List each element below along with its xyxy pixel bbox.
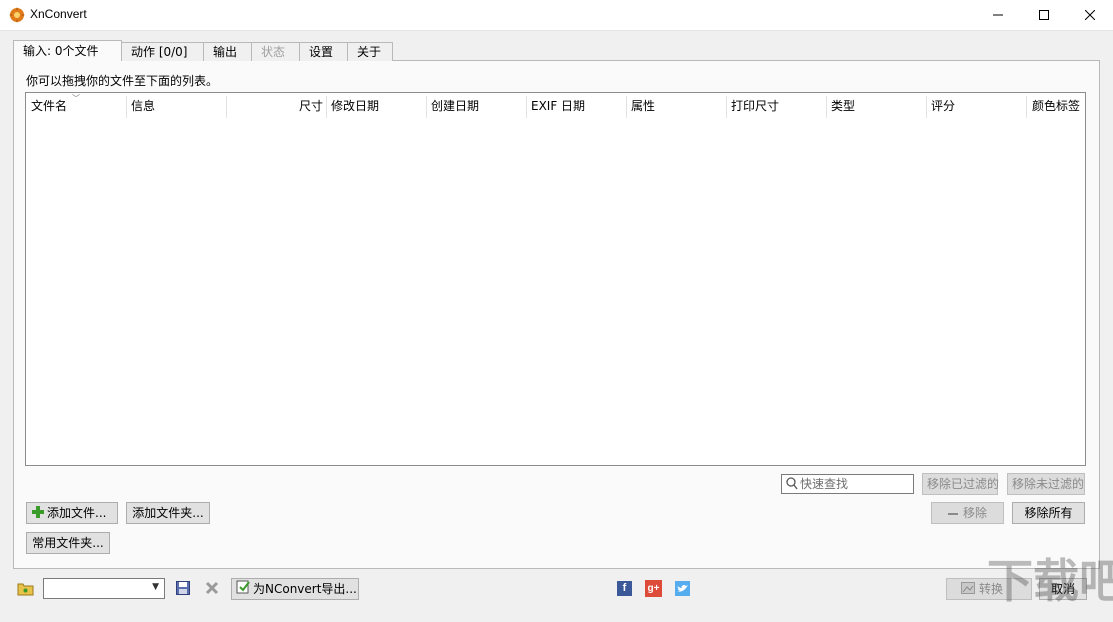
delete-icon[interactable]	[205, 581, 219, 598]
close-button[interactable]	[1067, 0, 1113, 31]
column-header-filename[interactable]: 文件名	[31, 94, 67, 118]
column-separator	[126, 96, 127, 118]
remove-filtered-button[interactable]: 移除已过滤的	[922, 473, 999, 495]
column-separator	[526, 96, 527, 118]
tab-input[interactable]: 输入: 0个文件	[13, 40, 122, 61]
column-header-type[interactable]: 类型	[831, 94, 855, 118]
drop-hint-text: 你可以拖拽你的文件至下面的列表。	[26, 74, 219, 88]
column-separator	[326, 96, 327, 118]
google-plus-icon[interactable]: g+	[645, 580, 662, 597]
column-header-created-date[interactable]: 创建日期	[431, 94, 479, 118]
sort-indicator-icon: ﹀	[72, 94, 80, 103]
minimize-icon	[993, 9, 1003, 23]
export-nconvert-button[interactable]: 为NConvert导出...	[231, 578, 359, 600]
svg-text:下载吧: 下载吧	[987, 554, 1113, 608]
preset-dropdown[interactable]: ▼	[43, 578, 165, 599]
file-list[interactable]	[25, 92, 1086, 466]
minus-icon	[947, 512, 958, 515]
facebook-icon[interactable]: f	[617, 581, 632, 596]
add-folder-button[interactable]: 添加文件夹...	[126, 502, 210, 524]
maximize-icon	[1039, 9, 1049, 23]
tab-about[interactable]: 关于	[347, 42, 393, 61]
add-files-button[interactable]: 添加文件...	[26, 502, 118, 524]
maximize-button[interactable]	[1021, 0, 1067, 31]
add-green-plus-icon	[32, 504, 44, 524]
column-separator	[726, 96, 727, 118]
convert-image-icon	[961, 580, 975, 600]
remove-all-button[interactable]: 移除所有	[1012, 502, 1085, 524]
tab-status[interactable]: 状态	[251, 42, 300, 61]
remove-label: 移除	[962, 506, 987, 520]
title-bar	[0, 0, 1113, 31]
column-header-exif-date[interactable]: EXIF 日期	[531, 94, 585, 118]
column-separator	[626, 96, 627, 118]
minimize-button[interactable]	[975, 0, 1021, 31]
quick-search-input[interactable]: 快速查找	[781, 474, 914, 494]
open-folder-icon[interactable]	[17, 581, 34, 599]
tab-settings[interactable]: 设置	[299, 42, 348, 61]
chevron-down-icon: ▼	[152, 582, 159, 592]
column-separator	[426, 96, 427, 118]
column-separator	[826, 96, 827, 118]
column-header-print-size[interactable]: 打印尺寸	[731, 94, 779, 118]
column-separator	[226, 96, 227, 118]
column-header-attributes[interactable]: 属性	[631, 94, 655, 118]
remove-unfiltered-button[interactable]: 移除未过滤的	[1007, 473, 1085, 495]
column-header-modified-date[interactable]: 修改日期	[331, 94, 379, 118]
column-separator	[1026, 96, 1027, 118]
twitter-icon[interactable]	[675, 581, 690, 596]
tab-output[interactable]: 输出	[203, 42, 252, 61]
column-header-color-label[interactable]: 颜色标签	[1028, 94, 1080, 118]
export-script-icon	[236, 580, 250, 600]
window-title: XnConvert	[30, 7, 87, 21]
column-separator	[926, 96, 927, 118]
export-nconvert-label: 为NConvert导出...	[253, 582, 357, 596]
close-icon	[1084, 9, 1096, 23]
column-header-rating[interactable]: 评分	[931, 94, 955, 118]
watermark-logo: 下载吧	[985, 545, 1113, 615]
quick-search-placeholder: 快速查找	[800, 477, 849, 491]
column-header-size[interactable]: 尺寸	[228, 94, 323, 118]
save-icon[interactable]	[176, 581, 190, 598]
add-files-label: 添加文件...	[47, 506, 107, 520]
tab-actions[interactable]: 动作 [0/0]	[121, 42, 204, 61]
search-icon	[786, 476, 798, 495]
favorite-folders-button[interactable]: 常用文件夹...	[26, 532, 110, 554]
xnconvert-logo-icon	[8, 6, 26, 24]
remove-button[interactable]: 移除	[931, 502, 1004, 524]
column-header-info[interactable]: 信息	[131, 94, 155, 118]
